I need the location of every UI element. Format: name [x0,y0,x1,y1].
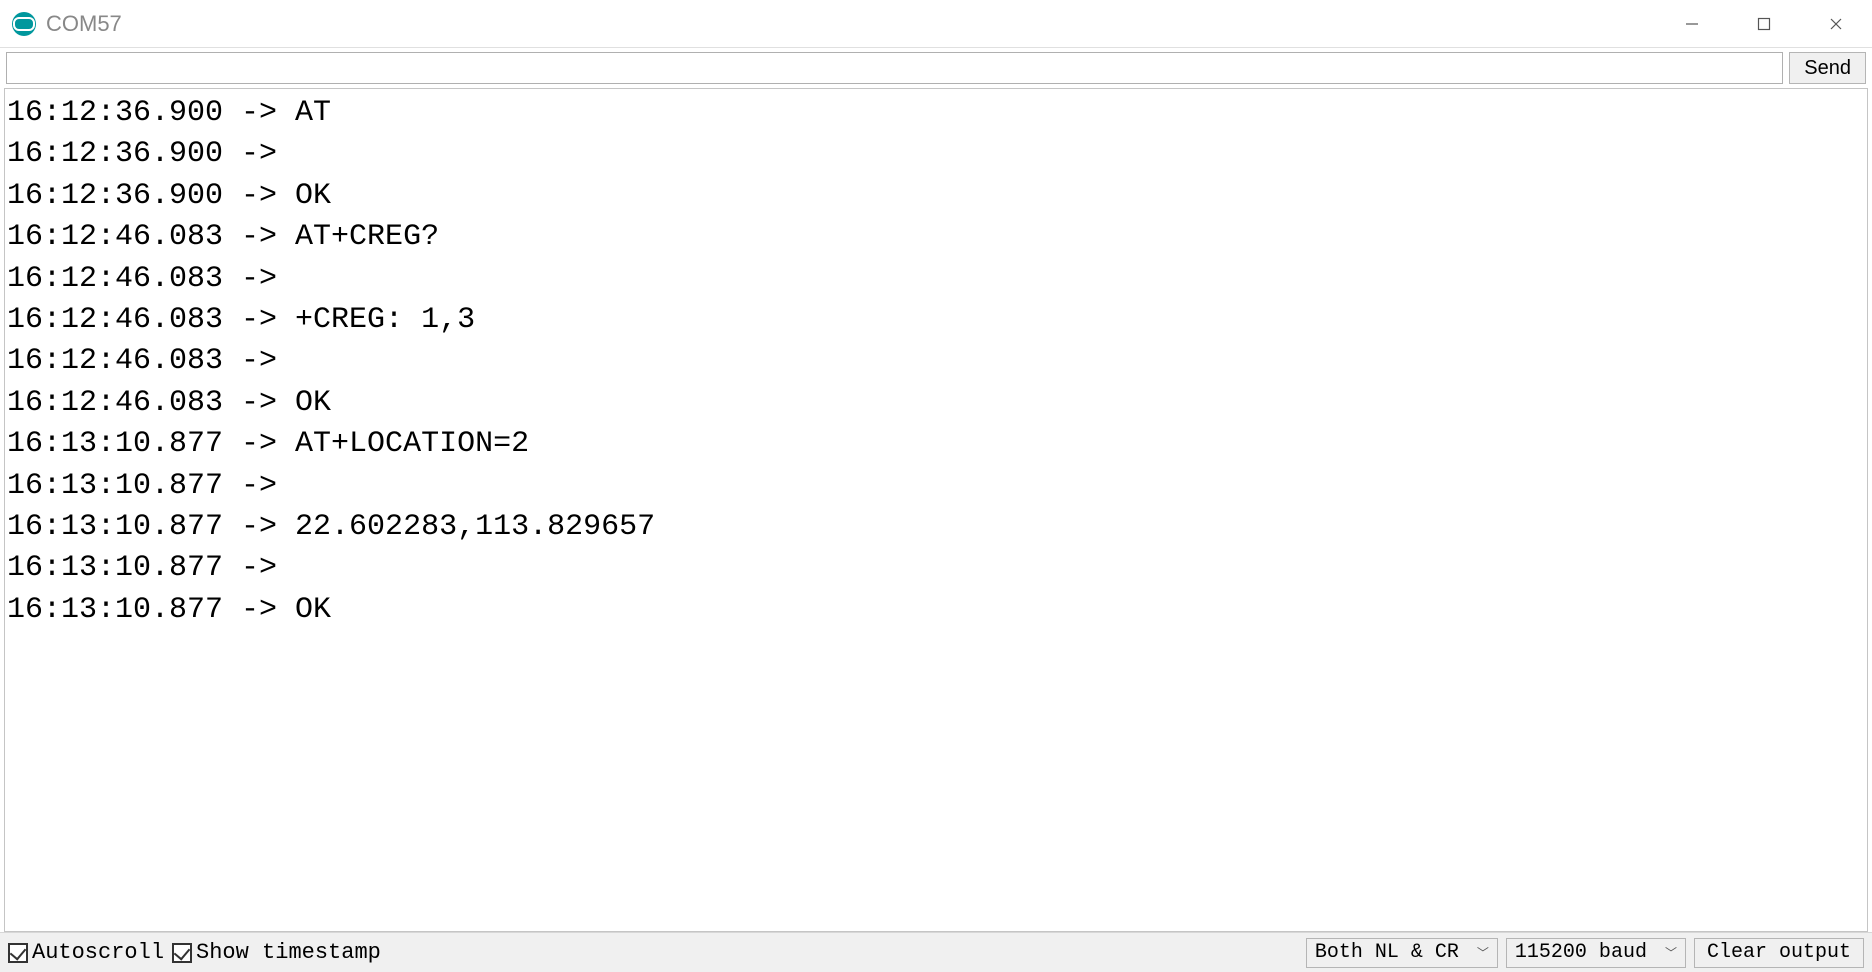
checkbox-icon [172,943,192,963]
log-line: 16:13:10.877 -> 22.602283,113.829657 [7,507,1865,548]
log-line: 16:13:10.877 -> AT+LOCATION=2 [7,424,1865,465]
checkbox-icon [8,943,28,963]
minimize-button[interactable] [1656,0,1728,47]
close-button[interactable] [1800,0,1872,47]
baud-value: 115200 baud [1515,941,1647,964]
autoscroll-label: Autoscroll [32,940,164,965]
log-line: 16:12:46.083 -> [7,259,1865,300]
titlebar: COM57 [0,0,1872,48]
timestamp-label: Show timestamp [196,940,381,965]
log-line: 16:12:46.083 -> [7,341,1865,382]
command-input[interactable] [6,52,1783,84]
maximize-button[interactable] [1728,0,1800,47]
line-ending-select[interactable]: Both NL & CR ﹀ [1306,938,1498,968]
serial-output[interactable]: 16:12:36.900 -> AT16:12:36.900 -> 16:12:… [4,88,1868,932]
show-timestamp-checkbox[interactable]: Show timestamp [172,940,381,965]
log-line: 16:13:10.877 -> [7,548,1865,589]
log-line: 16:13:10.877 -> OK [7,590,1865,631]
window-controls [1656,0,1872,47]
autoscroll-checkbox[interactable]: Autoscroll [8,940,164,965]
send-toolbar: Send [0,48,1872,88]
baud-rate-select[interactable]: 115200 baud ﹀ [1506,938,1686,968]
arduino-icon [12,12,36,36]
log-line: 16:13:10.877 -> [7,466,1865,507]
log-line: 16:12:36.900 -> OK [7,176,1865,217]
window-title: COM57 [46,11,122,37]
log-line: 16:12:36.900 -> [7,134,1865,175]
log-line: 16:12:46.083 -> OK [7,383,1865,424]
chevron-down-icon: ﹀ [1665,944,1677,961]
clear-output-button[interactable]: Clear output [1694,938,1864,968]
send-button[interactable]: Send [1789,52,1866,84]
statusbar: Autoscroll Show timestamp Both NL & CR ﹀… [0,932,1872,972]
log-line: 16:12:36.900 -> AT [7,93,1865,134]
line-ending-value: Both NL & CR [1315,941,1459,964]
log-line: 16:12:46.083 -> AT+CREG? [7,217,1865,258]
chevron-down-icon: ﹀ [1477,944,1489,961]
log-line: 16:12:46.083 -> +CREG: 1,3 [7,300,1865,341]
